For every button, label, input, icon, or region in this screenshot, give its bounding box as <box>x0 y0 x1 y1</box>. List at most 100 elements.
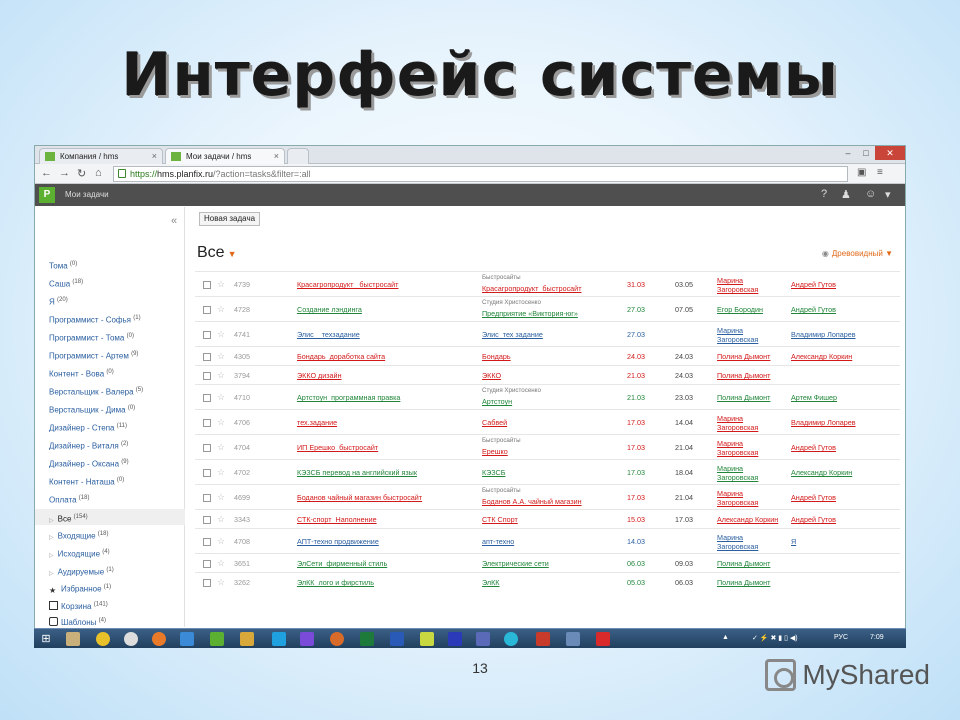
executor-link[interactable]: Я <box>791 537 796 546</box>
task-title-link[interactable]: ЭККО дизайн <box>297 371 342 380</box>
star-icon[interactable]: ☆ <box>217 577 225 588</box>
star-icon[interactable]: ☆ <box>217 304 225 315</box>
owner-link[interactable]: Егор Бородин <box>717 305 763 314</box>
task-title-link[interactable]: Создание лэндинга <box>297 305 362 314</box>
task-title-link[interactable]: ЭлСети_фирменный стиль <box>297 559 387 568</box>
expand-arrow-icon[interactable]: ▷ <box>49 553 54 559</box>
project-link[interactable]: СТК Спорт <box>482 515 518 524</box>
mail-icon[interactable] <box>240 632 254 646</box>
task-checkbox[interactable] <box>203 419 211 427</box>
task-checkbox[interactable] <box>203 331 211 339</box>
sidebar-item-toma[interactable]: Тома (0) <box>49 261 77 271</box>
save-icon[interactable] <box>448 632 462 646</box>
start-button-icon[interactable]: ⊞ <box>38 631 54 647</box>
sidebar-item-templates[interactable]: Шаблоны (4) <box>49 617 106 627</box>
star-icon[interactable]: ☆ <box>217 351 225 362</box>
owner-link[interactable]: Полина Дымонт <box>717 559 770 568</box>
expand-arrow-icon[interactable]: ▷ <box>49 518 54 524</box>
project-link[interactable]: Предприятие «Виктория-юг» <box>482 309 578 318</box>
owner-link[interactable]: Полина Дымонт <box>717 578 770 587</box>
sidebar-item-programmer-sofia[interactable]: Программист - Софья (1) <box>49 315 141 325</box>
sidebar-item-all[interactable]: ▷ Все (154) <box>35 509 185 525</box>
sidebar-item-layout-valera[interactable]: Верстальщик - Валера (5) <box>49 387 143 397</box>
sidebar-item-me[interactable]: Я (20) <box>49 297 68 307</box>
chevron-down-icon[interactable]: ▼ <box>228 249 237 259</box>
project-link[interactable]: Электрические сети <box>482 559 549 568</box>
close-icon[interactable]: × <box>274 149 279 164</box>
view-mode-toggle[interactable]: ◉ Древовидный ▼ <box>822 249 893 258</box>
owner-link[interactable]: Полина Дымонт <box>717 393 770 402</box>
reload-icon[interactable]: ↻ <box>77 167 86 180</box>
executor-link[interactable]: Артем Фишер <box>791 393 837 402</box>
project-link[interactable]: Ерешко <box>482 447 508 456</box>
media-icon[interactable] <box>330 632 344 646</box>
address-bar[interactable]: https://hms.planfix.ru/?action=tasks&fil… <box>113 166 848 182</box>
maximize-button[interactable]: □ <box>857 146 875 160</box>
sidebar-item-designer-oksana[interactable]: Дизайнер - Оксана (9) <box>49 459 129 469</box>
menu-icon[interactable]: ≡ <box>877 167 883 178</box>
star-icon[interactable]: ☆ <box>217 392 225 403</box>
filter-title[interactable]: Все ▼ <box>197 244 237 262</box>
star-icon[interactable]: ☆ <box>217 279 225 290</box>
owner-link[interactable]: Полина Дымонт <box>717 352 770 361</box>
table-row[interactable]: ☆ 3794 ЭККО дизайн ЭККО 21.03 24.03 Полина Дым… <box>195 365 900 384</box>
task-title-link[interactable]: ИП Ерешко_быстросайт <box>297 443 378 452</box>
opera-icon[interactable] <box>124 632 138 646</box>
task-title-link[interactable]: Артстоун_программная правка <box>297 393 400 402</box>
sidebar-item-designer-stepa[interactable]: Дизайнер - Степа (11) <box>49 423 127 433</box>
sidebar-item-incoming[interactable]: ▷ Входящие (18) <box>49 531 108 541</box>
owner-link[interactable]: Марина Загоровская <box>717 533 769 551</box>
task-checkbox[interactable] <box>203 494 211 502</box>
expand-arrow-icon[interactable]: ▷ <box>49 535 54 541</box>
table-row[interactable]: ☆ 4305 Бондарь_доработка сайта Бондарь 24.03… <box>195 346 900 365</box>
executor-link[interactable]: Александр Коркин <box>791 468 852 477</box>
star-icon[interactable]: ☆ <box>217 417 225 428</box>
user-menu-chevron-icon[interactable]: ▾ <box>885 188 891 201</box>
notes-icon[interactable] <box>420 632 434 646</box>
browser-icon[interactable] <box>504 632 518 646</box>
executor-link[interactable]: Андрей Гутов <box>791 305 836 314</box>
tray-arrow-icon[interactable]: ▲ <box>722 634 729 641</box>
tray-icons[interactable]: ✓ ⚡ ✖ ▮ ▯ ◀) <box>752 634 798 642</box>
task-checkbox[interactable] <box>203 444 211 452</box>
star-icon[interactable]: ☆ <box>217 536 225 547</box>
language-indicator[interactable]: РУС <box>834 634 848 641</box>
sidebar-item-programmer-toma[interactable]: Программист - Тома (0) <box>49 333 134 343</box>
star-icon[interactable]: ☆ <box>217 467 225 478</box>
sidebar-item-favorites[interactable]: ★ Избранное (1) <box>49 584 111 595</box>
task-title-link[interactable]: КЭЗСБ перевод на английский язык <box>297 468 417 477</box>
task-checkbox[interactable] <box>203 579 211 587</box>
table-row[interactable]: ☆ 4699 Боданов чайный магазин быстросайт Бы… <box>195 484 900 509</box>
star-icon[interactable]: ☆ <box>217 558 225 569</box>
task-checkbox[interactable] <box>203 560 211 568</box>
user-avatar-icon[interactable]: ☺ <box>865 188 876 200</box>
table-row[interactable]: ☆ 4710 Артстоун_программная правка Студия Х… <box>195 384 900 409</box>
task-title-link[interactable]: тех.задание <box>297 418 337 427</box>
star-icon[interactable]: ☆ <box>217 329 225 340</box>
owner-link[interactable]: Марина Загоровская <box>717 276 769 294</box>
table-row[interactable]: ☆ 3262 ЭлКК_лого и фирстиль ЭлКК 05.03 06.03 П… <box>195 572 900 591</box>
task-checkbox[interactable] <box>203 394 211 402</box>
owner-link[interactable]: Марина Загоровская <box>717 489 769 507</box>
extension-icon[interactable]: ▣ <box>857 167 866 178</box>
project-link[interactable]: КЭЗСБ <box>482 468 505 477</box>
task-title-link[interactable]: Красагропродукт _быстросайт <box>297 280 398 289</box>
project-link[interactable]: Бондарь <box>482 352 511 361</box>
excel-icon[interactable] <box>360 632 374 646</box>
table-row[interactable]: ☆ 4702 КЭЗСБ перевод на английский язык КЭЗ… <box>195 459 900 484</box>
sidebar-item-audited[interactable]: ▷ Аудируемые (1) <box>49 567 114 577</box>
owner-link[interactable]: Полина Дымонт <box>717 371 770 380</box>
viber-icon[interactable] <box>300 632 314 646</box>
sidebar-item-outgoing[interactable]: ▷ Исходящие (4) <box>49 549 110 559</box>
forward-icon[interactable]: → <box>59 167 70 179</box>
sidebar-item-content-natasha[interactable]: Контент - Наташа (0) <box>49 477 124 487</box>
help-icon[interactable]: ? <box>821 188 827 200</box>
task-title-link[interactable]: Элис _ техзадание <box>297 330 360 339</box>
firefox-icon[interactable] <box>152 632 166 646</box>
new-task-button[interactable]: Новая задача <box>199 212 261 226</box>
executor-link[interactable]: Владимир Лопарев <box>791 418 856 427</box>
owner-link[interactable]: Марина Загоровская <box>717 464 769 482</box>
sidebar-item-trash[interactable]: Корзина (141) <box>49 601 108 611</box>
planfix-logo-icon[interactable]: P <box>39 187 55 203</box>
task-checkbox[interactable] <box>203 353 211 361</box>
